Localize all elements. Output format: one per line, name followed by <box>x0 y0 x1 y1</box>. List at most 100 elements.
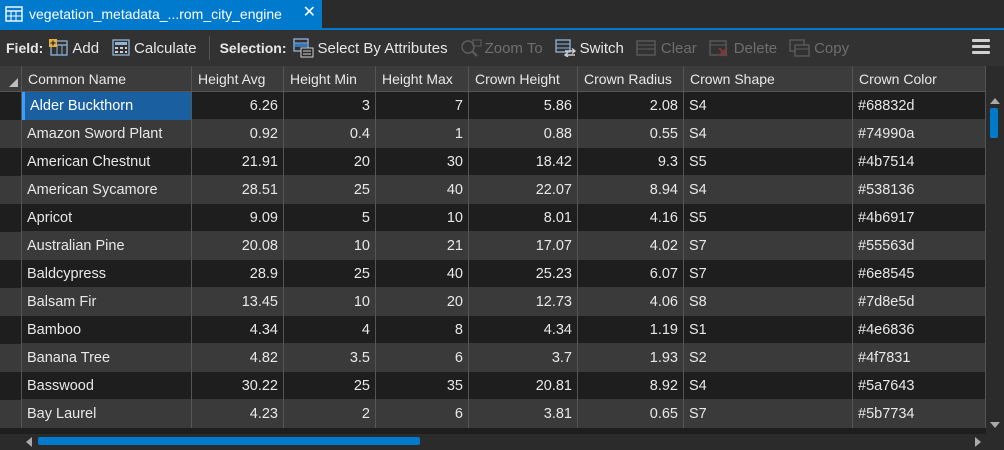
column-header-crown-radius[interactable]: Crown Radius <box>578 66 684 92</box>
cell-height-avg[interactable]: 28.51 <box>192 176 284 204</box>
cell-crown-color[interactable]: #6e8545 <box>853 260 986 288</box>
row-selector[interactable] <box>0 400 22 428</box>
cell-common-name[interactable]: Apricot <box>22 204 192 232</box>
cell-crown-color[interactable]: #538136 <box>853 176 986 204</box>
vertical-scrollbar[interactable] <box>986 66 1004 434</box>
cell-crown-color[interactable]: #4b7514 <box>853 148 986 176</box>
cell-crown-color[interactable]: #55563d <box>853 232 986 260</box>
select-all-corner[interactable] <box>0 66 22 92</box>
cell-height-min[interactable]: 2 <box>284 400 376 428</box>
hamburger-menu-icon[interactable] <box>972 39 990 55</box>
cell-height-max[interactable]: 10 <box>376 204 469 232</box>
cell-common-name[interactable]: Balsam Fir <box>22 288 192 316</box>
cell-common-name[interactable]: Bay Laurel <box>22 400 192 428</box>
cell-crown-radius[interactable]: 0.55 <box>578 120 684 148</box>
cell-height-max[interactable]: 7 <box>376 92 469 120</box>
select-by-attributes-button[interactable]: Select By Attributes <box>292 38 448 58</box>
table-row[interactable]: Bay Laurel 4.23 2 6 3.81 0.65 S7 #5b7734 <box>0 400 986 428</box>
calculate-field-button[interactable]: Calculate <box>111 39 197 57</box>
row-selector[interactable] <box>0 344 22 372</box>
cell-crown-color[interactable]: #7d8e5d <box>853 288 986 316</box>
cell-height-min[interactable]: 3.5 <box>284 344 376 372</box>
cell-crown-shape[interactable]: S2 <box>684 344 853 372</box>
cell-height-min[interactable]: 25 <box>284 176 376 204</box>
cell-crown-color[interactable]: #68832d <box>853 92 986 120</box>
cell-crown-shape[interactable]: S7 <box>684 260 853 288</box>
cell-height-avg[interactable]: 6.26 <box>192 92 284 120</box>
cell-height-avg[interactable]: 13.45 <box>192 288 284 316</box>
vertical-scroll-thumb[interactable] <box>990 108 998 138</box>
row-selector[interactable] <box>0 232 22 260</box>
cell-height-min[interactable]: 25 <box>284 260 376 288</box>
cell-height-avg[interactable]: 20.08 <box>192 232 284 260</box>
column-header-height-max[interactable]: Height Max <box>376 66 469 92</box>
cell-height-max[interactable]: 21 <box>376 232 469 260</box>
cell-height-avg[interactable]: 0.92 <box>192 120 284 148</box>
cell-crown-radius[interactable]: 4.02 <box>578 232 684 260</box>
cell-crown-color[interactable]: #5a7643 <box>853 372 986 400</box>
cell-crown-shape[interactable]: S4 <box>684 176 853 204</box>
scroll-down-icon[interactable] <box>990 422 1000 428</box>
cell-crown-shape[interactable]: S8 <box>684 288 853 316</box>
cell-crown-radius[interactable]: 8.94 <box>578 176 684 204</box>
cell-height-max[interactable]: 20 <box>376 288 469 316</box>
cell-crown-radius[interactable]: 1.19 <box>578 316 684 344</box>
cell-crown-radius[interactable]: 8.92 <box>578 372 684 400</box>
cell-height-max[interactable]: 6 <box>376 344 469 372</box>
cell-crown-color[interactable]: #74990a <box>853 120 986 148</box>
table-row[interactable]: American Chestnut 21.91 20 30 18.42 9.3 S5 #4b7… <box>0 148 986 176</box>
zoom-to-button[interactable]: Zoom To <box>460 39 543 57</box>
cell-crown-shape[interactable]: S7 <box>684 232 853 260</box>
table-row[interactable]: American Sycamore 28.51 25 40 22.07 8.94 S4 #53… <box>0 176 986 204</box>
table-row[interactable]: Balsam Fir 13.45 10 20 12.73 4.06 S8 #7d8e5d <box>0 288 986 316</box>
cell-common-name[interactable]: Amazon Sword Plant <box>22 120 192 148</box>
cell-crown-radius[interactable]: 4.16 <box>578 204 684 232</box>
cell-height-max[interactable]: 40 <box>376 176 469 204</box>
cell-crown-height[interactable]: 3.81 <box>469 400 578 428</box>
cell-common-name[interactable]: Baldcypress <box>22 260 192 288</box>
cell-crown-height[interactable]: 25.23 <box>469 260 578 288</box>
row-selector[interactable] <box>0 372 22 400</box>
column-header-height-min[interactable]: Height Min <box>284 66 376 92</box>
cell-crown-height[interactable]: 3.7 <box>469 344 578 372</box>
table-row[interactable]: Australian Pine 20.08 10 21 17.07 4.02 S7 #5556… <box>0 232 986 260</box>
close-icon[interactable]: ✕ <box>303 4 316 22</box>
cell-common-name[interactable]: Basswood <box>22 372 192 400</box>
cell-crown-shape[interactable]: S5 <box>684 148 853 176</box>
cell-height-min[interactable]: 25 <box>284 372 376 400</box>
row-selector[interactable] <box>0 148 22 176</box>
cell-common-name[interactable]: Alder Buckthorn <box>22 92 192 120</box>
table-row[interactable]: Baldcypress 28.9 25 40 25.23 6.07 S7 #6e8545 <box>0 260 986 288</box>
table-row[interactable]: Banana Tree 4.82 3.5 6 3.7 1.93 S2 #4f7831 <box>0 344 986 372</box>
table-row[interactable]: Apricot 9.09 5 10 8.01 4.16 S5 #4b6917 <box>0 204 986 232</box>
cell-common-name[interactable]: American Sycamore <box>22 176 192 204</box>
cell-height-avg[interactable]: 4.34 <box>192 316 284 344</box>
cell-common-name[interactable]: American Chestnut <box>22 148 192 176</box>
cell-crown-shape[interactable]: S7 <box>684 400 853 428</box>
cell-crown-radius[interactable]: 0.65 <box>578 400 684 428</box>
copy-selection-button[interactable]: Copy <box>789 39 849 57</box>
cell-crown-shape[interactable]: S4 <box>684 92 853 120</box>
cell-crown-color[interactable]: #5b7734 <box>853 400 986 428</box>
cell-crown-height[interactable]: 8.01 <box>469 204 578 232</box>
cell-height-avg[interactable]: 21.91 <box>192 148 284 176</box>
cell-crown-shape[interactable]: S5 <box>684 204 853 232</box>
row-selector[interactable] <box>0 260 22 288</box>
cell-height-max[interactable]: 35 <box>376 372 469 400</box>
table-row[interactable]: Basswood 30.22 25 35 20.81 8.92 S4 #5a7643 <box>0 372 986 400</box>
row-selector[interactable] <box>0 176 22 204</box>
column-header-height-avg[interactable]: Height Avg <box>192 66 284 92</box>
cell-height-avg[interactable]: 4.23 <box>192 400 284 428</box>
scroll-up-icon[interactable] <box>990 98 1000 104</box>
cell-crown-radius[interactable]: 2.08 <box>578 92 684 120</box>
cell-crown-height[interactable]: 12.73 <box>469 288 578 316</box>
cell-common-name[interactable]: Bamboo <box>22 316 192 344</box>
column-header-crown-color[interactable]: Crown Color <box>853 66 986 92</box>
cell-height-min[interactable]: 3 <box>284 92 376 120</box>
cell-crown-height[interactable]: 17.07 <box>469 232 578 260</box>
cell-height-avg[interactable]: 9.09 <box>192 204 284 232</box>
table-row[interactable]: Bamboo 4.34 4 8 4.34 1.19 S1 #4e6836 <box>0 316 986 344</box>
cell-crown-radius[interactable]: 6.07 <box>578 260 684 288</box>
column-header-crown-shape[interactable]: Crown Shape <box>684 66 853 92</box>
cell-height-avg[interactable]: 28.9 <box>192 260 284 288</box>
